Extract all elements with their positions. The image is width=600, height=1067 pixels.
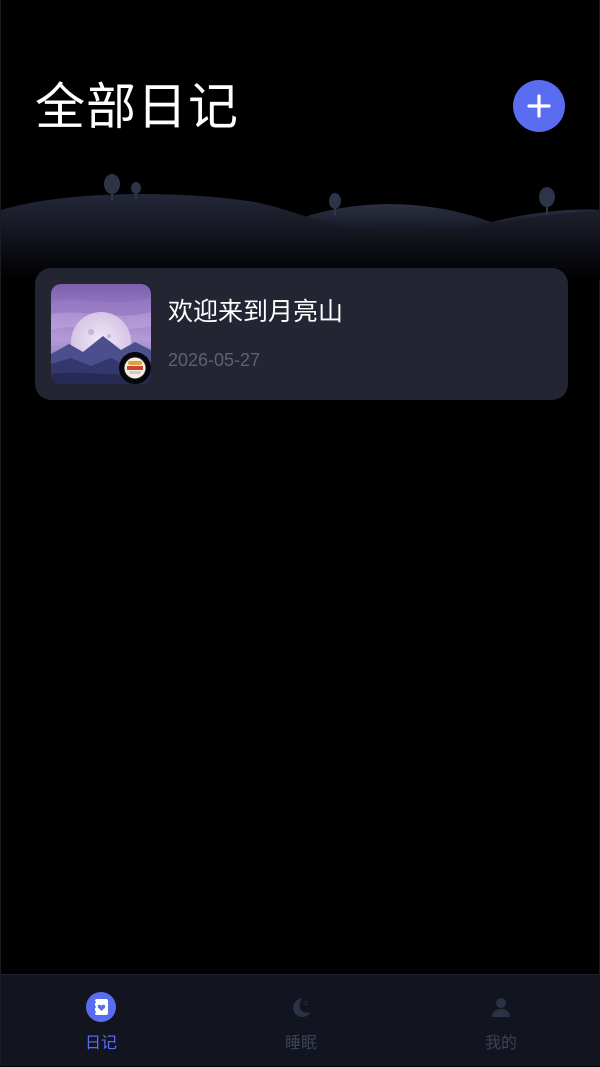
bottom-tab-bar: 日记 z 睡眠 我的 — [1, 974, 600, 1066]
tab-diary[interactable]: 日记 — [1, 975, 201, 1067]
user-icon — [486, 992, 516, 1022]
plus-icon — [527, 94, 551, 118]
tab-mine[interactable]: 我的 — [401, 975, 600, 1067]
hills-illustration — [1, 174, 600, 280]
diary-card[interactable]: 欢迎来到月亮山 2026-05-27 — [35, 268, 568, 400]
diary-list-screen: 全部日记 欢迎来到月亮山 2026-05-27 日记 z 睡眠 我的 — [0, 0, 600, 1066]
add-diary-button[interactable] — [513, 80, 565, 132]
moon-icon: z — [286, 992, 316, 1022]
tab-label-mine: 我的 — [484, 1033, 517, 1052]
mood-emoji-icon — [119, 352, 151, 384]
tab-sleep[interactable]: z 睡眠 — [201, 975, 401, 1067]
page-title: 全部日记 — [35, 78, 239, 136]
diary-heart-icon — [86, 992, 116, 1022]
diary-title: 欢迎来到月亮山 — [168, 297, 344, 326]
tab-label-sleep: 睡眠 — [284, 1033, 317, 1052]
tab-label-diary: 日记 — [84, 1033, 117, 1052]
svg-text:z: z — [304, 999, 308, 1007]
diary-date: 2026-05-27 — [168, 350, 261, 370]
